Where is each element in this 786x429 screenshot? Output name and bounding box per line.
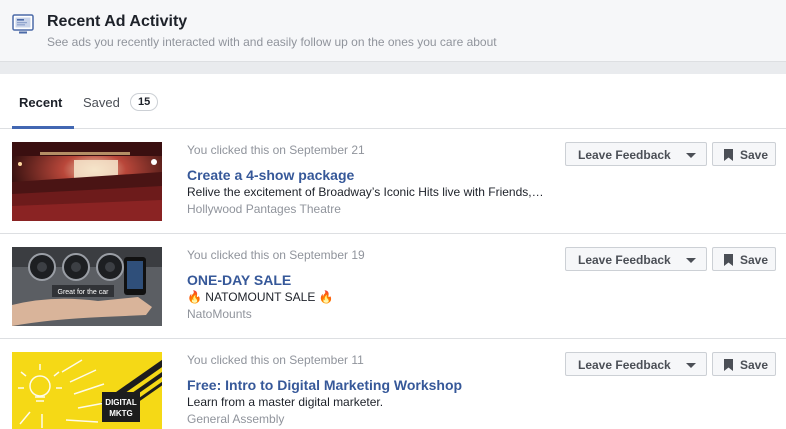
monitor-icon (12, 14, 34, 34)
image-caption-line1: DIGITAL (105, 398, 137, 407)
leave-feedback-button[interactable]: Leave Feedback (565, 352, 707, 376)
ad-title-link[interactable]: Free: Intro to Digital Marketing Worksho… (187, 377, 462, 393)
ad-row: Great for the car You clicked this on Se… (0, 234, 786, 339)
leave-feedback-label: Leave Feedback (578, 253, 671, 267)
leave-feedback-label: Leave Feedback (578, 148, 671, 162)
ad-description: Relive the excitement of Broadway’s Icon… (187, 185, 544, 199)
tab-saved-label: Saved (83, 95, 120, 110)
car-phone-mount-photo[interactable]: Great for the car (12, 247, 162, 326)
fire-icon: 🔥 (187, 290, 202, 304)
ad-advertiser: General Assembly (187, 412, 285, 426)
page-title: Recent Ad Activity (47, 13, 188, 30)
tab-bar: Recent Saved 15 (0, 74, 786, 129)
save-button[interactable]: Save (712, 352, 776, 376)
save-label: Save (740, 253, 769, 267)
ad-description-text: NATOMOUNT SALE (205, 290, 316, 304)
saved-count-badge: 15 (130, 93, 159, 111)
save-label: Save (740, 148, 769, 162)
ad-click-date: You clicked this on September 19 (187, 248, 365, 262)
leave-feedback-label: Leave Feedback (578, 358, 671, 372)
caret-down-icon (686, 363, 696, 368)
ad-title-link[interactable]: ONE-DAY SALE (187, 272, 291, 288)
ad-advertiser: Hollywood Pantages Theatre (187, 202, 341, 216)
tab-recent[interactable]: Recent (12, 74, 74, 129)
save-label: Save (740, 358, 769, 372)
page-subtitle: See ads you recently interacted with and… (47, 35, 497, 49)
save-button[interactable]: Save (712, 247, 776, 271)
bookmark-icon (724, 359, 733, 371)
digital-mktg-graphic[interactable]: DIGITAL MKTG (12, 352, 162, 429)
bookmark-icon (724, 149, 733, 161)
page-header: Recent Ad Activity See ads you recently … (0, 0, 786, 62)
ad-title-link[interactable]: Create a 4-show package (187, 167, 354, 183)
section-divider (0, 62, 786, 74)
ad-row: DIGITAL MKTG You clicked this on Septemb… (0, 339, 786, 429)
ad-click-date: You clicked this on September 21 (187, 143, 365, 157)
ad-row: You clicked this on September 21 Create … (0, 129, 786, 234)
image-caption: Great for the car (58, 289, 110, 296)
fire-icon: 🔥 (318, 290, 334, 304)
ad-description: Learn from a master digital marketer. (187, 395, 384, 409)
leave-feedback-button[interactable]: Leave Feedback (565, 247, 707, 271)
caret-down-icon (686, 258, 696, 263)
leave-feedback-button[interactable]: Leave Feedback (565, 142, 707, 166)
image-caption-line2: MKTG (109, 409, 133, 418)
ad-click-date: You clicked this on September 11 (187, 353, 364, 367)
save-button[interactable]: Save (712, 142, 776, 166)
caret-down-icon (686, 153, 696, 158)
ad-description: 🔥 NATOMOUNT SALE 🔥 (187, 290, 547, 304)
theatre-photo[interactable] (12, 142, 162, 221)
tab-saved[interactable]: Saved 15 (74, 74, 164, 129)
bookmark-icon (724, 254, 733, 266)
ad-advertiser: NatoMounts (187, 307, 252, 321)
tab-recent-label: Recent (19, 95, 63, 110)
